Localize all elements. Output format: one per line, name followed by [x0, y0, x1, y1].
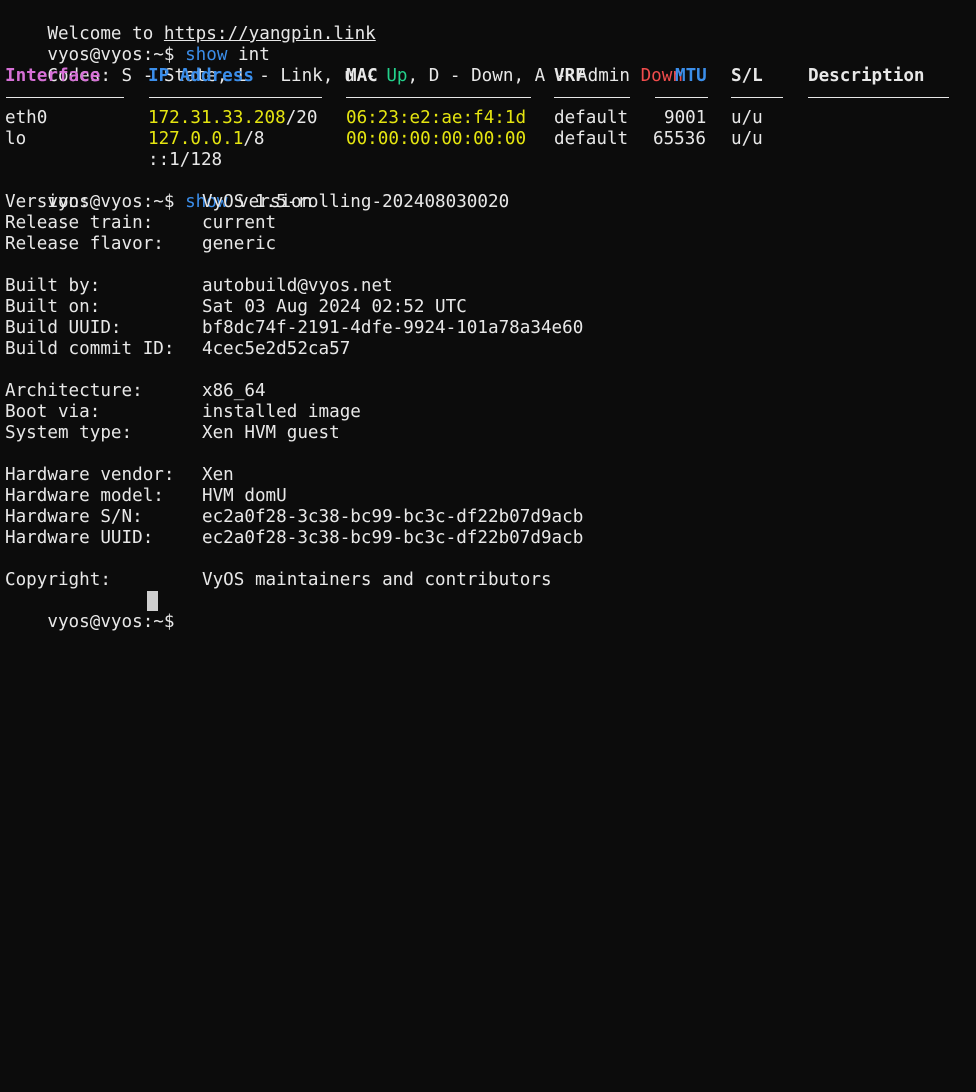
- hardware-sn-row: Hardware S/N: ec2a0f28-3c38-bc99-bc3c-df…: [5, 507, 965, 528]
- row-extra-ip: ::1/128: [148, 150, 223, 170]
- table-row: eth0 172.31.33.208/20 06:23:e2:ae:f4:1d …: [5, 108, 965, 129]
- release-train-label: Release train:: [5, 213, 154, 233]
- boot-via-label: Boot via:: [5, 402, 101, 422]
- command-line-active[interactable]: vyos@vyos:~$: [5, 591, 205, 632]
- built-by-label: Built by:: [5, 276, 101, 296]
- prompt: vyos@vyos:~$: [47, 612, 186, 632]
- codes-legend: Codes: S - State, L - Link, u - Up, D - …: [5, 45, 683, 86]
- hardware-vendor-row: Hardware vendor: Xen: [5, 465, 965, 486]
- release-train-value: current: [202, 213, 277, 233]
- row-mac: 00:00:00:00:00:00: [346, 129, 527, 149]
- row-vrf: default: [554, 129, 629, 149]
- row-interface: eth0: [5, 108, 48, 128]
- row-mask: /8: [243, 129, 265, 149]
- underline-mtu: [655, 97, 708, 98]
- underline-interface: [6, 97, 124, 98]
- build-commit-value: 4cec5e2d52ca57: [202, 339, 351, 359]
- hardware-uuid-label: Hardware UUID:: [5, 528, 154, 548]
- build-uuid-row: Build UUID: bf8dc74f-2191-4dfe-9924-101a…: [5, 318, 965, 339]
- release-flavor-value: generic: [202, 234, 277, 254]
- underline-mac: [346, 97, 531, 98]
- welcome-line: Welcome to https://yangpin.link: [5, 3, 375, 44]
- row-interface: lo: [5, 129, 27, 149]
- architecture-value: x86_64: [202, 381, 266, 401]
- architecture-row: Architecture: x86_64: [5, 381, 965, 402]
- header-underlines: [5, 79, 965, 100]
- system-type-label: System type:: [5, 423, 133, 443]
- built-by-value: autobuild@vyos.net: [202, 276, 393, 296]
- copyright-label: Copyright:: [5, 570, 111, 590]
- underline-description: [808, 97, 949, 98]
- terminal-window[interactable]: Welcome to https://yangpin.link vyos@vyo…: [0, 0, 976, 632]
- command-line-show-int: vyos@vyos:~$ show int: [5, 24, 269, 65]
- hardware-vendor-value: Xen: [202, 465, 234, 485]
- build-commit-row: Build commit ID: 4cec5e2d52ca57: [5, 339, 965, 360]
- hardware-uuid-value: ec2a0f28-3c38-bc99-bc3c-df22b07d9acb: [202, 528, 584, 548]
- build-uuid-value: bf8dc74f-2191-4dfe-9924-101a78a34e60: [202, 318, 584, 338]
- built-on-row: Built on: Sat 03 Aug 2024 02:52 UTC: [5, 297, 965, 318]
- table-row-continuation: ::1/128: [5, 150, 405, 171]
- hardware-sn-value: ec2a0f28-3c38-bc99-bc3c-df22b07d9acb: [202, 507, 584, 527]
- row-ip: 172.31.33.208: [148, 108, 286, 128]
- hardware-model-row: Hardware model: HVM domU: [5, 486, 965, 507]
- release-flavor-row: Release flavor: generic: [5, 234, 965, 255]
- build-commit-label: Build commit ID:: [5, 339, 175, 359]
- built-on-value: Sat 03 Aug 2024 02:52 UTC: [202, 297, 467, 317]
- copyright-value: VyOS maintainers and contributors: [202, 570, 552, 590]
- build-uuid-label: Build UUID:: [5, 318, 122, 338]
- underline-sl: [731, 97, 783, 98]
- version-label: Version:: [5, 192, 90, 212]
- row-ip: 127.0.0.1: [148, 129, 244, 149]
- row-mtu: 9001: [664, 108, 707, 128]
- hardware-model-value: HVM domU: [202, 486, 287, 506]
- row-sl: u/u: [731, 129, 763, 149]
- row-mask: /20: [285, 108, 318, 128]
- built-by-row: Built by: autobuild@vyos.net: [5, 276, 965, 297]
- underline-vrf: [554, 97, 630, 98]
- hardware-sn-label: Hardware S/N:: [5, 507, 143, 527]
- row-mtu: 65536: [653, 129, 706, 149]
- table-row: lo 127.0.0.1/8 00:00:00:00:00:00 default…: [5, 129, 965, 150]
- version-row: Version: VyOS 1.5-rolling-202408030020: [5, 192, 965, 213]
- built-on-label: Built on:: [5, 297, 101, 317]
- hardware-uuid-row: Hardware UUID: ec2a0f28-3c38-bc99-bc3c-d…: [5, 528, 965, 549]
- command-line-show-version: vyos@vyos:~$ show version: [5, 171, 312, 212]
- boot-via-value: installed image: [202, 402, 361, 422]
- hardware-vendor-label: Hardware vendor:: [5, 465, 175, 485]
- copyright-row: Copyright: VyOS maintainers and contribu…: [5, 570, 965, 591]
- boot-via-row: Boot via: installed image: [5, 402, 965, 423]
- terminal-cursor: [147, 591, 158, 611]
- row-sl: u/u: [731, 108, 763, 128]
- system-type-value: Xen HVM guest: [202, 423, 340, 443]
- architecture-label: Architecture:: [5, 381, 143, 401]
- release-flavor-label: Release flavor:: [5, 234, 164, 254]
- row-vrf: default: [554, 108, 629, 128]
- hardware-model-label: Hardware model:: [5, 486, 164, 506]
- system-type-row: System type: Xen HVM guest: [5, 423, 965, 444]
- release-train-row: Release train: current: [5, 213, 965, 234]
- row-mac: 06:23:e2:ae:f4:1d: [346, 108, 527, 128]
- underline-ip-address: [149, 97, 322, 98]
- version-value: VyOS 1.5-rolling-202408030020: [202, 192, 510, 212]
